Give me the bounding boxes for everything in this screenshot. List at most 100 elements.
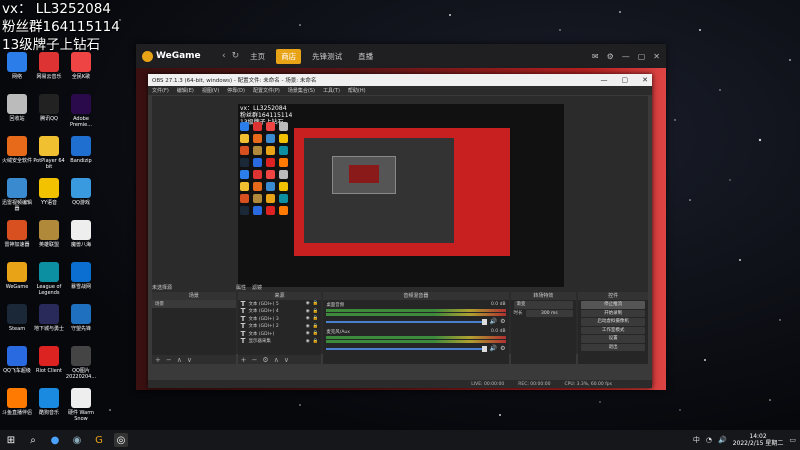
visibility-eye-icon[interactable]: ◉ bbox=[306, 331, 310, 336]
obs-close-icon[interactable]: ✕ bbox=[642, 76, 648, 84]
desktop-icon[interactable]: 雷神加速器 bbox=[1, 220, 33, 248]
volume-slider[interactable] bbox=[326, 345, 487, 352]
desktop-icon[interactable]: 腾讯QQ bbox=[33, 94, 65, 122]
desktop-icon[interactable]: Riot Client bbox=[33, 346, 65, 374]
desktop-icon[interactable]: PotPlayer 64 bit bbox=[33, 136, 65, 170]
visibility-eye-icon[interactable]: ◉ bbox=[306, 316, 310, 321]
network-icon[interactable]: ◔ bbox=[706, 436, 712, 444]
scene-item[interactable]: 场景 bbox=[152, 300, 236, 308]
desktop-icon[interactable]: QQ飞车超级 bbox=[1, 346, 33, 374]
desktop-icon[interactable]: QQ游戏 bbox=[65, 178, 97, 206]
obs-menu-item[interactable]: 视图(V) bbox=[202, 87, 219, 94]
desktop-icon[interactable]: 硬件 Warm Snow bbox=[65, 388, 97, 422]
settings-icon[interactable]: ⚙ bbox=[607, 52, 614, 61]
start-windows-icon[interactable]: ⊞ bbox=[4, 433, 18, 447]
desktop-icon[interactable]: Bandizip bbox=[65, 136, 97, 164]
control-button[interactable]: 开始录制 bbox=[581, 309, 645, 317]
transition-select[interactable]: 渐变 bbox=[513, 301, 574, 309]
lock-icon[interactable]: 🔒 bbox=[313, 331, 319, 336]
steam-taskbar-icon[interactable]: ◉ bbox=[70, 433, 84, 447]
desktop-icon[interactable]: 魔兽八海 bbox=[65, 220, 97, 248]
desktop-icon[interactable]: 火绒安全软件 bbox=[1, 136, 33, 164]
desktop-icon[interactable]: 网络 bbox=[1, 52, 33, 80]
desktop-icon[interactable]: 斗鱼直播伴侣 bbox=[1, 388, 33, 416]
desktop-icon[interactable]: League of Legends bbox=[33, 262, 65, 296]
move-up-icon[interactable]: ∧ bbox=[177, 356, 182, 364]
remove-scene-icon[interactable]: − bbox=[166, 356, 172, 364]
source-settings-icon[interactable]: ⚙ bbox=[262, 356, 268, 364]
taskbar-clock[interactable]: 14:02 2022/2/15 星期二 bbox=[733, 433, 784, 447]
volume-icon[interactable]: 🔊 bbox=[718, 436, 727, 444]
volume-slider[interactable] bbox=[326, 318, 487, 325]
obs-preview-canvas[interactable]: vx：LL3252084 粉丝群164115114 13级牌子上钻石 bbox=[238, 104, 564, 287]
control-button[interactable]: 设置 bbox=[581, 335, 645, 343]
obs-menu-item[interactable]: 场景集合(S) bbox=[288, 87, 315, 94]
obs-menu-item[interactable]: 配置文件(P) bbox=[253, 87, 280, 94]
desktop-icon[interactable]: 地下城与勇士 bbox=[33, 304, 65, 332]
properties-button[interactable]: 属性 bbox=[236, 284, 246, 291]
message-icon[interactable]: ✉ bbox=[592, 52, 599, 61]
wegame-tab[interactable]: 直播 bbox=[353, 49, 378, 64]
desktop-icon[interactable]: 网易云音乐 bbox=[33, 52, 65, 80]
obs-maximize-icon[interactable]: ▢ bbox=[622, 76, 629, 84]
move-down-icon[interactable]: ∨ bbox=[187, 356, 192, 364]
close-icon[interactable]: ✕ bbox=[653, 52, 660, 61]
obs-menu-item[interactable]: 文件(F) bbox=[152, 87, 169, 94]
source-item[interactable]: T 文本 (GDI+) 2 ◉ 🔒 bbox=[238, 322, 322, 330]
search-icon[interactable]: ⌕ bbox=[26, 433, 40, 447]
desktop-icon[interactable]: 酷狗音乐 bbox=[33, 388, 65, 416]
channel-settings-icon[interactable]: ⚙ bbox=[500, 345, 505, 352]
obs-menu-item[interactable]: 停靠(D) bbox=[227, 87, 245, 94]
source-item[interactable]: T 文本 (GDI+) 5 ◉ 🔒 bbox=[238, 300, 322, 308]
ime-indicator[interactable]: 中 bbox=[693, 435, 700, 445]
add-scene-icon[interactable]: + bbox=[155, 356, 161, 364]
desktop-icon[interactable]: QQ图片20220204... bbox=[65, 346, 97, 380]
qq-taskbar-icon[interactable]: ● bbox=[48, 433, 62, 447]
control-button[interactable]: 停止推流 bbox=[581, 301, 645, 309]
control-button[interactable]: 工作室模式 bbox=[581, 326, 645, 334]
visibility-eye-icon[interactable]: ◉ bbox=[306, 309, 310, 314]
desktop-icon[interactable]: Steam bbox=[1, 304, 33, 332]
lock-icon[interactable]: 🔒 bbox=[313, 316, 319, 321]
source-down-icon[interactable]: ∨ bbox=[284, 356, 289, 364]
wegame-tab[interactable]: 主页 bbox=[245, 49, 270, 64]
lock-icon[interactable]: 🔒 bbox=[313, 324, 319, 329]
source-up-icon[interactable]: ∧ bbox=[274, 356, 279, 364]
refresh-icon[interactable]: ↻ bbox=[232, 51, 240, 61]
desktop-icon[interactable]: 全民K歌 bbox=[65, 52, 97, 80]
add-source-icon[interactable]: + bbox=[241, 356, 247, 364]
desktop-icon[interactable]: WeGame bbox=[1, 262, 33, 290]
control-button[interactable]: 启动虚拟摄像机 bbox=[581, 318, 645, 326]
source-item[interactable]: T 文本 (GDI+) ◉ 🔒 bbox=[238, 330, 322, 338]
visibility-eye-icon[interactable]: ◉ bbox=[306, 324, 310, 329]
remove-source-icon[interactable]: − bbox=[252, 356, 258, 364]
minimize-icon[interactable]: — bbox=[622, 52, 630, 61]
maximize-icon[interactable]: ▢ bbox=[638, 52, 646, 61]
wegame-tab[interactable]: 先锋测试 bbox=[307, 49, 347, 64]
obs-menu-item[interactable]: 帮助(H) bbox=[348, 87, 366, 94]
filters-button[interactable]: 滤镜 bbox=[252, 284, 262, 291]
desktop-icon[interactable]: Adobe Premie... bbox=[65, 94, 97, 128]
channel-settings-icon[interactable]: ⚙ bbox=[500, 318, 505, 325]
obs-minimize-icon[interactable]: — bbox=[601, 76, 608, 84]
wegame-tab[interactable]: 商店 bbox=[276, 48, 302, 64]
visibility-eye-icon[interactable]: ◉ bbox=[306, 301, 310, 306]
speaker-icon[interactable]: 🔊 bbox=[490, 345, 497, 352]
desktop-icon[interactable]: YY语音 bbox=[33, 178, 65, 206]
desktop-icon[interactable]: 守望先锋 bbox=[65, 304, 97, 332]
back-arrow-icon[interactable]: ‹ bbox=[222, 51, 226, 61]
visibility-eye-icon[interactable]: ◉ bbox=[306, 339, 310, 344]
obs-menu-item[interactable]: 工具(T) bbox=[323, 87, 340, 94]
obs-menu-item[interactable]: 编辑(E) bbox=[177, 87, 194, 94]
speaker-icon[interactable]: 🔊 bbox=[490, 318, 497, 325]
source-item[interactable]: T 显示器采集 ◉ 🔒 bbox=[238, 337, 322, 345]
source-item[interactable]: T 文本 (GDI+) 3 ◉ 🔒 bbox=[238, 315, 322, 323]
duration-input[interactable]: 300 ms bbox=[525, 309, 574, 317]
wegame-taskbar-icon[interactable]: G bbox=[92, 433, 106, 447]
desktop-icon[interactable]: 暴雪战网 bbox=[65, 262, 97, 290]
source-item[interactable]: T 文本 (GDI+) 4 ◉ 🔒 bbox=[238, 307, 322, 315]
lock-icon[interactable]: 🔒 bbox=[313, 339, 319, 344]
control-button[interactable]: 退出 bbox=[581, 343, 645, 351]
lock-icon[interactable]: 🔒 bbox=[313, 309, 319, 314]
desktop-icon[interactable]: 迅雷视频编辑器 bbox=[1, 178, 33, 212]
